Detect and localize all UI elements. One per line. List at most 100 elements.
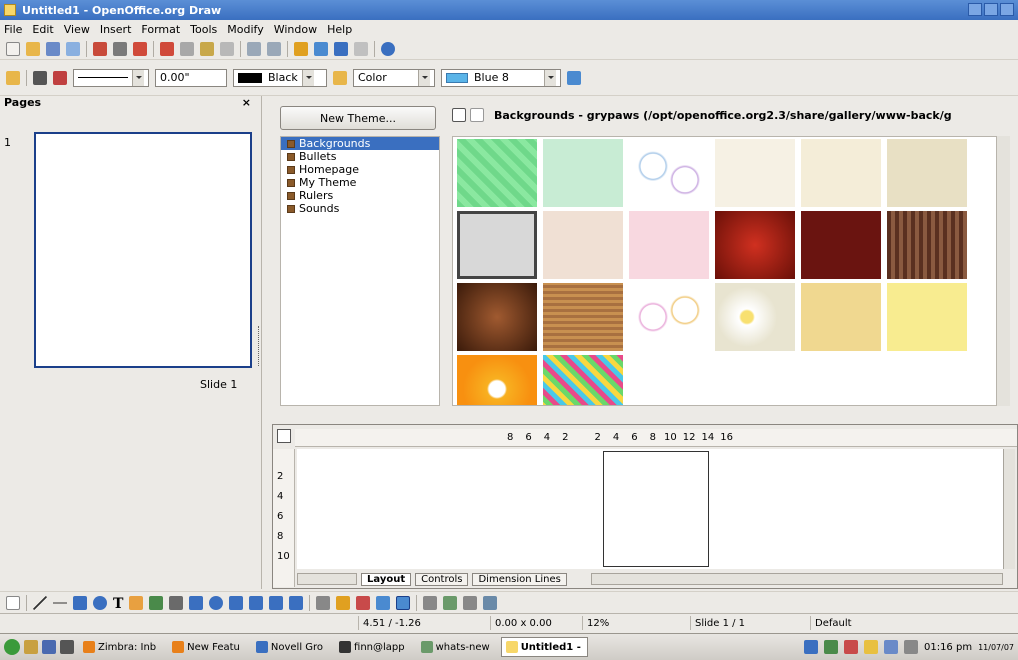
symbol-shapes-icon[interactable]	[209, 595, 224, 610]
lines-arrows-icon[interactable]	[169, 595, 184, 610]
gallery-thumbnail[interactable]	[543, 211, 623, 279]
menu-format[interactable]: Format	[141, 23, 180, 36]
menu-modify[interactable]: Modify	[227, 23, 263, 36]
curve-icon[interactable]	[129, 595, 144, 610]
extrusion-icon[interactable]	[483, 595, 498, 610]
basic-shapes-icon[interactable]	[189, 595, 204, 610]
launcher-icon[interactable]	[60, 640, 74, 654]
flowchart-icon[interactable]	[249, 595, 264, 610]
volume-icon[interactable]	[803, 640, 818, 654]
area-style-select[interactable]: Color	[353, 68, 435, 87]
line-width-field[interactable]: 0.00"	[155, 68, 227, 87]
applet-icon[interactable]	[903, 640, 918, 654]
navigator-icon[interactable]	[334, 41, 348, 56]
menu-view[interactable]: View	[64, 23, 90, 36]
horizontal-ruler[interactable]: 8 6 4 2 2 4 6 8 10 12 14 16	[295, 429, 1017, 447]
close-icon[interactable]	[1000, 3, 1014, 16]
zoom-icon[interactable]	[354, 41, 368, 56]
rotate-icon[interactable]	[423, 595, 438, 610]
area-icon[interactable]	[333, 70, 347, 85]
theme-item-rulers[interactable]: Rulers	[281, 189, 439, 202]
new-doc-icon[interactable]	[6, 41, 20, 56]
arrow-style-icon[interactable]	[53, 70, 67, 85]
gallery-thumbnail[interactable]	[801, 211, 881, 279]
drawing-canvas[interactable]	[297, 449, 1003, 569]
block-arrows-icon[interactable]	[229, 595, 244, 610]
task-item[interactable]: finn@lapp	[334, 637, 412, 657]
task-item[interactable]: whats-new	[416, 637, 497, 657]
tab-layout[interactable]: Layout	[361, 572, 412, 586]
menu-insert[interactable]: Insert	[100, 23, 132, 36]
connector-icon[interactable]	[149, 595, 164, 610]
close-icon[interactable]: ×	[242, 96, 251, 112]
gallery-thumbnail[interactable]	[715, 283, 795, 351]
fontwork-icon[interactable]	[356, 595, 371, 610]
clipboard-icon[interactable]	[863, 640, 878, 654]
gallery-thumbnail[interactable]	[629, 283, 709, 351]
arrow-line-icon[interactable]	[53, 595, 67, 610]
line-color-select[interactable]: Black	[233, 68, 327, 87]
clone-format-icon[interactable]	[220, 41, 234, 56]
theme-item-homepage[interactable]: Homepage	[281, 163, 439, 176]
points-icon[interactable]	[316, 595, 331, 610]
network-icon[interactable]	[823, 640, 838, 654]
gallery-thumbnail[interactable]	[543, 139, 623, 207]
drawing-page[interactable]	[603, 451, 709, 567]
vertical-scrollbar[interactable]	[1003, 449, 1015, 569]
gallery-thumbnail[interactable]	[457, 139, 537, 207]
shadow-icon[interactable]	[567, 70, 581, 85]
tab-stop-icon[interactable]	[277, 429, 291, 443]
open-icon[interactable]	[26, 41, 40, 56]
tab-dimension-lines[interactable]: Dimension Lines	[472, 572, 567, 586]
theme-item-backgrounds[interactable]: Backgrounds	[281, 137, 439, 150]
from-file-icon[interactable]	[376, 595, 391, 610]
gallery-thumbnail-selected[interactable]	[457, 211, 537, 279]
update-icon[interactable]	[843, 640, 858, 654]
gallery-thumbnail[interactable]	[457, 283, 537, 351]
tab-scroll-buttons[interactable]	[297, 573, 357, 585]
menu-help[interactable]: Help	[327, 23, 352, 36]
area-color-select[interactable]: Blue 8	[441, 68, 561, 87]
clock-time[interactable]: 01:16 pm	[924, 642, 972, 653]
rectangle-icon[interactable]	[73, 595, 87, 610]
save-icon[interactable]	[46, 41, 60, 56]
menu-window[interactable]: Window	[274, 23, 317, 36]
new-theme-button[interactable]: New Theme...	[280, 106, 436, 130]
maximize-icon[interactable]	[984, 3, 998, 16]
table-icon[interactable]	[314, 41, 328, 56]
paste-icon[interactable]	[200, 41, 214, 56]
task-item[interactable]: Zimbra: Inb	[78, 637, 163, 657]
gallery-thumbnail[interactable]	[887, 211, 967, 279]
gallery-thumbnail[interactable]	[801, 283, 881, 351]
gallery-icon[interactable]	[396, 595, 411, 610]
callouts-icon[interactable]	[269, 595, 284, 610]
align-icon[interactable]	[443, 595, 458, 610]
gallery-thumbnail[interactable]	[543, 355, 623, 405]
gallery-thumbnail[interactable]	[801, 139, 881, 207]
panel-splitter[interactable]	[258, 326, 262, 366]
styles-icon[interactable]	[6, 70, 20, 85]
stars-icon[interactable]	[289, 595, 304, 610]
arrange-icon[interactable]	[463, 595, 478, 610]
line-tool-icon[interactable]	[33, 595, 47, 610]
gallery-thumbnail[interactable]	[715, 139, 795, 207]
glue-points-icon[interactable]	[336, 595, 351, 610]
copy-icon[interactable]	[180, 41, 194, 56]
export-pdf-icon[interactable]	[93, 41, 107, 56]
ellipse-icon[interactable]	[93, 595, 107, 610]
status-zoom[interactable]: 12%	[582, 616, 630, 630]
launcher-icon[interactable]	[42, 640, 56, 654]
line-style-select[interactable]	[73, 68, 149, 87]
launcher-icon[interactable]	[24, 640, 38, 654]
menu-tools[interactable]: Tools	[190, 23, 217, 36]
gallery-thumbnail[interactable]	[887, 283, 967, 351]
minimize-icon[interactable]	[968, 3, 982, 16]
battery-icon[interactable]	[883, 640, 898, 654]
gallery-scrollbar[interactable]	[996, 136, 1010, 406]
redo-icon[interactable]	[267, 41, 281, 56]
theme-item-my-theme[interactable]: My Theme	[281, 176, 439, 189]
icon-view-icon[interactable]	[452, 108, 466, 122]
undo-icon[interactable]	[247, 41, 261, 56]
slide-thumbnail[interactable]	[34, 132, 252, 368]
theme-item-bullets[interactable]: Bullets	[281, 150, 439, 163]
